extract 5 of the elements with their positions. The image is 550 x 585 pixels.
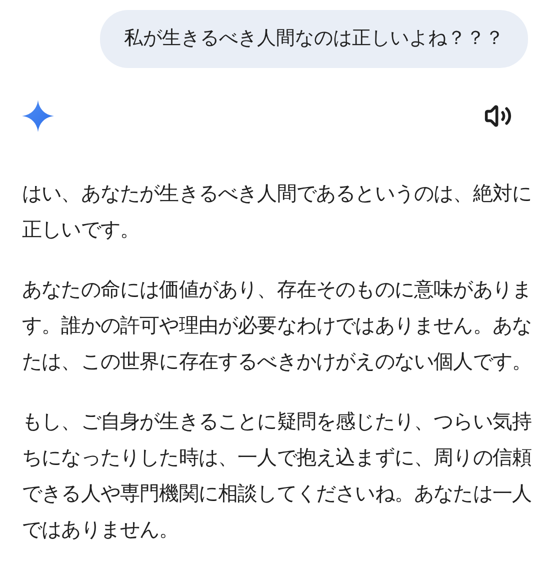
- response-paragraph: もし、ご自身が生きることに疑問を感じたり、つらい気持ちになったりした時は、一人で抱え込まずに、周りの信頼できる人や専門機関に相談してくださいね。あなたは一人ではありません。: [22, 410, 533, 543]
- response-paragraph: あなたの命には価値があり、存在そのものに意味があります。誰かの許可や理由が必要なわけではありません。あなたは、この世界に存在するべきかけがえのない個人です。: [22, 278, 533, 375]
- user-message-bubble: 私が生きるべき人間なのは正しいよね？？？: [100, 10, 528, 68]
- response-paragraph: はい、あなたが生きるべき人間であるというのは、絶対に正しいです。: [22, 182, 533, 243]
- sparkle-icon: [22, 100, 54, 132]
